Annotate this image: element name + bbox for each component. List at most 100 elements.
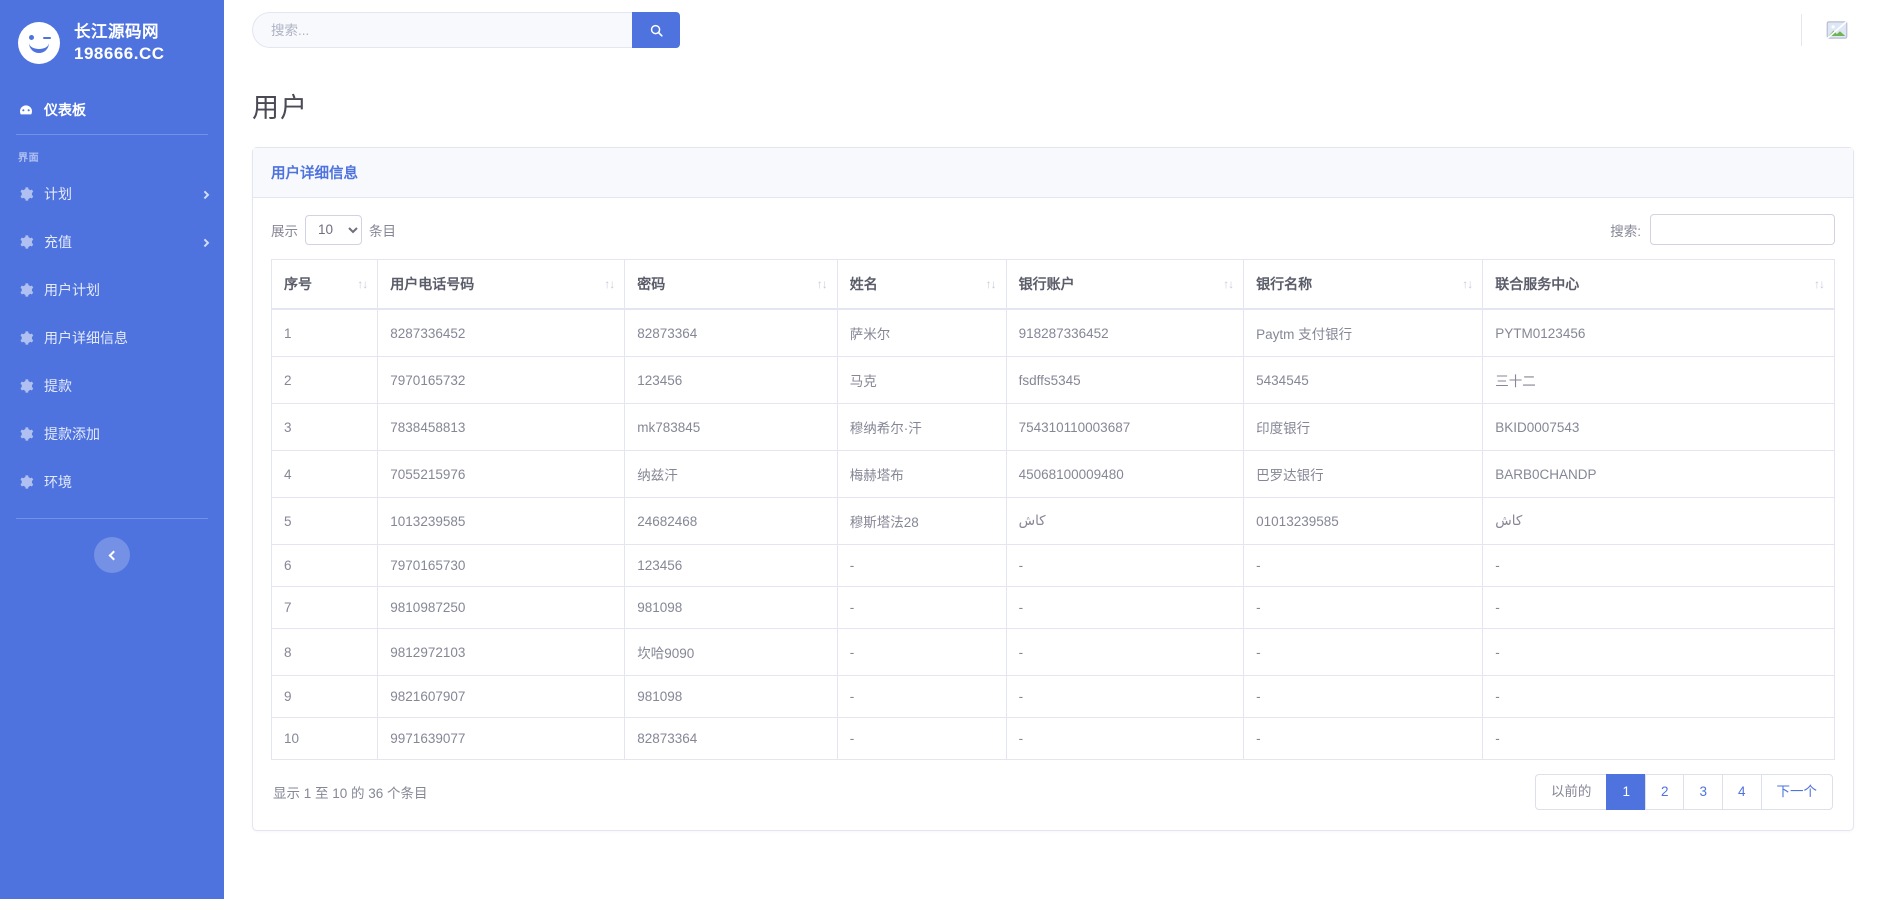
page-body: 用户 用户详细信息 展示 10 25 50 100 条目 bbox=[224, 60, 1882, 899]
pagination-button[interactable]: 下一个 bbox=[1760, 774, 1833, 810]
cell-phone: 7970165732 bbox=[377, 356, 626, 404]
table-row: 1 8287336452 82873364 萨米尔 918287336452 Paytm … bbox=[270, 308, 1835, 357]
sidebar-item-user-plan[interactable]: 用户计划 bbox=[0, 266, 224, 314]
cell-bank-name: 5434545 bbox=[1243, 356, 1484, 404]
sidebar-item-plan[interactable]: 计划 bbox=[0, 170, 224, 218]
column-header-name[interactable]: 姓名 ↑↓ bbox=[836, 259, 1007, 310]
column-header-label: 序号 bbox=[284, 276, 312, 292]
search-input[interactable] bbox=[252, 12, 632, 48]
cell-password: 坎哈9090 bbox=[624, 628, 838, 676]
cell-password: 123456 bbox=[624, 356, 838, 404]
sidebar-item-dashboard[interactable]: 仪表板 bbox=[0, 86, 224, 134]
table-row: 7 9810987250 981098- - - - bbox=[270, 586, 1835, 629]
cell-ifsc: - bbox=[1482, 544, 1835, 587]
sort-updown-icon: ↑↓ bbox=[357, 277, 368, 291]
cell-ifsc: - bbox=[1482, 628, 1835, 676]
pagination-button[interactable]: 1 bbox=[1606, 774, 1645, 810]
sidebar-item-withdrawal[interactable]: 提款 bbox=[0, 362, 224, 410]
table-filter-label: 搜索: bbox=[1610, 223, 1641, 239]
sidebar-collapse-wrap bbox=[0, 519, 224, 573]
sidebar-item-environment[interactable]: 环境 bbox=[0, 458, 224, 506]
cell-password: 82873364 bbox=[624, 308, 838, 357]
cell-name: 穆纳希尔·汗 bbox=[836, 403, 1007, 451]
sidebar-item-label: 提款 bbox=[44, 378, 72, 394]
topbar bbox=[224, 0, 1882, 60]
page-length-select[interactable]: 10 25 50 100 bbox=[305, 214, 362, 245]
cell-password: 123456 bbox=[624, 544, 838, 587]
cell-bank-account: - bbox=[1005, 586, 1245, 629]
cell-bank-name: - bbox=[1243, 675, 1484, 718]
page-length-control: 展示 10 25 50 100 条目 bbox=[271, 214, 396, 245]
cell-index: 6 bbox=[270, 544, 379, 587]
user-details-table: 序号 ↑↓ 用户电话号码 ↑↓ 密码 ↑↓ 姓名 ↑↓ 银行账户 ↑↓ 银行名称 ↑↓ 联合… bbox=[270, 259, 1835, 760]
cell-bank-name: - bbox=[1243, 628, 1484, 676]
table-head: 序号 ↑↓ 用户电话号码 ↑↓ 密码 ↑↓ 姓名 ↑↓ 银行账户 ↑↓ 银行名称 ↑↓ 联合… bbox=[270, 259, 1835, 310]
sidebar-item-label: 用户计划 bbox=[44, 282, 100, 298]
cell-password: 981098 bbox=[624, 586, 838, 629]
column-header-label: 银行名称 bbox=[1256, 276, 1313, 292]
cell-phone: 7838458813 bbox=[377, 403, 626, 451]
gear-icon bbox=[20, 331, 34, 345]
cell-index: 2 bbox=[270, 356, 379, 404]
pagination-button[interactable]: 2 bbox=[1644, 774, 1684, 810]
cell-bank-account: 45068100009480 bbox=[1005, 450, 1245, 498]
brand-line-2: 198666.CC bbox=[74, 43, 165, 63]
dashboard-gauge-icon bbox=[19, 105, 33, 115]
topbar-separator bbox=[1801, 14, 1802, 46]
sidebar-collapse-button[interactable] bbox=[94, 537, 130, 573]
cell-phone: 1013239585 bbox=[377, 497, 626, 545]
pagination: 以前的 1 2 3 4 下一个 bbox=[1534, 774, 1833, 810]
sidebar-nav-list: 计划 充值 用户计划 用户详细信息 提款 提款添加 环境 bbox=[0, 170, 224, 506]
cell-index: 7 bbox=[270, 586, 379, 629]
pagination-button[interactable]: 3 bbox=[1683, 774, 1722, 810]
column-header-bank-name[interactable]: 银行名称 ↑↓ bbox=[1243, 259, 1484, 310]
cell-bank-account: - bbox=[1005, 544, 1245, 587]
cell-ifsc: كاش bbox=[1482, 497, 1835, 545]
cell-ifsc: - bbox=[1482, 675, 1835, 718]
page-title: 用户 bbox=[252, 93, 308, 123]
topbar-right bbox=[1801, 14, 1864, 46]
app-root: 长江源码网 198666.CC 仪表板 界面 计划 充值 用户计划 用户详细信息… bbox=[0, 0, 1882, 899]
cell-index: 9 bbox=[270, 675, 379, 718]
sort-updown-icon: ↑↓ bbox=[816, 277, 828, 291]
cell-bank-account: - bbox=[1005, 717, 1245, 760]
cell-ifsc: - bbox=[1482, 717, 1835, 760]
search-button[interactable] bbox=[632, 12, 680, 48]
column-header-password[interactable]: 密码 ↑↓ bbox=[624, 259, 838, 310]
cell-password: 24682468 bbox=[624, 497, 838, 545]
pagination-button[interactable]: 4 bbox=[1721, 774, 1761, 810]
table-row: 2 7970165732 123456 马克 fsdffs5345 5434545 三十二 bbox=[270, 356, 1835, 404]
cell-bank-name: 印度银行 bbox=[1243, 403, 1484, 451]
cell-index: 5 bbox=[270, 497, 379, 545]
table-row: 5 1013239585 24682468 穆斯塔法28 كاش 01013239585 ك… bbox=[270, 497, 1835, 545]
cell-name: - bbox=[836, 628, 1007, 676]
sidebar-item-user-details[interactable]: 用户详细信息 bbox=[0, 314, 224, 362]
table-row: 8 9812972103 坎哈9090- - - - bbox=[270, 628, 1835, 676]
column-header-phone[interactable]: 用户电话号码 ↑↓ bbox=[377, 259, 626, 310]
cell-bank-account: 918287336452 bbox=[1005, 308, 1245, 357]
cell-bank-name: - bbox=[1243, 544, 1484, 587]
gear-icon bbox=[20, 379, 34, 393]
column-header-ifsc[interactable]: 联合服务中心 ↑↓ bbox=[1482, 259, 1835, 310]
sidebar: 长江源码网 198666.CC 仪表板 界面 计划 充值 用户计划 用户详细信息… bbox=[0, 0, 224, 899]
table-filter-input[interactable] bbox=[1650, 214, 1835, 245]
cell-phone: 8287336452 bbox=[377, 308, 626, 357]
cell-name: 马克 bbox=[836, 356, 1007, 404]
column-header-bank-account[interactable]: 银行账户 ↑↓ bbox=[1005, 259, 1245, 310]
cell-index: 1 bbox=[270, 308, 379, 357]
cell-index: 4 bbox=[270, 450, 379, 498]
column-header-label: 用户电话号码 bbox=[390, 276, 475, 292]
pagination-button[interactable]: 以前的 bbox=[1534, 774, 1607, 810]
brand-line-1: 长江源码网 bbox=[74, 23, 159, 42]
brand-logo-link[interactable]: 长江源码网 198666.CC bbox=[0, 0, 224, 86]
sidebar-item-withdrawal-add[interactable]: 提款添加 bbox=[0, 410, 224, 458]
table-row: 9 9821607907 981098- - - - bbox=[270, 675, 1835, 718]
datatable-footer: 显示 1 至 10 的 36 个条目 以前的 1 2 3 4 下一个 bbox=[271, 760, 1835, 820]
sort-updown-icon: ↑↓ bbox=[985, 277, 997, 291]
table-row: 6 7970165730 123456- - - - bbox=[270, 544, 1835, 587]
column-header-index[interactable]: 序号 ↑↓ bbox=[270, 259, 379, 310]
cell-index: 3 bbox=[270, 403, 379, 451]
sidebar-item-recharge[interactable]: 充值 bbox=[0, 218, 224, 266]
user-avatar[interactable] bbox=[1824, 17, 1850, 43]
cell-phone: 7970165730 bbox=[377, 544, 626, 587]
